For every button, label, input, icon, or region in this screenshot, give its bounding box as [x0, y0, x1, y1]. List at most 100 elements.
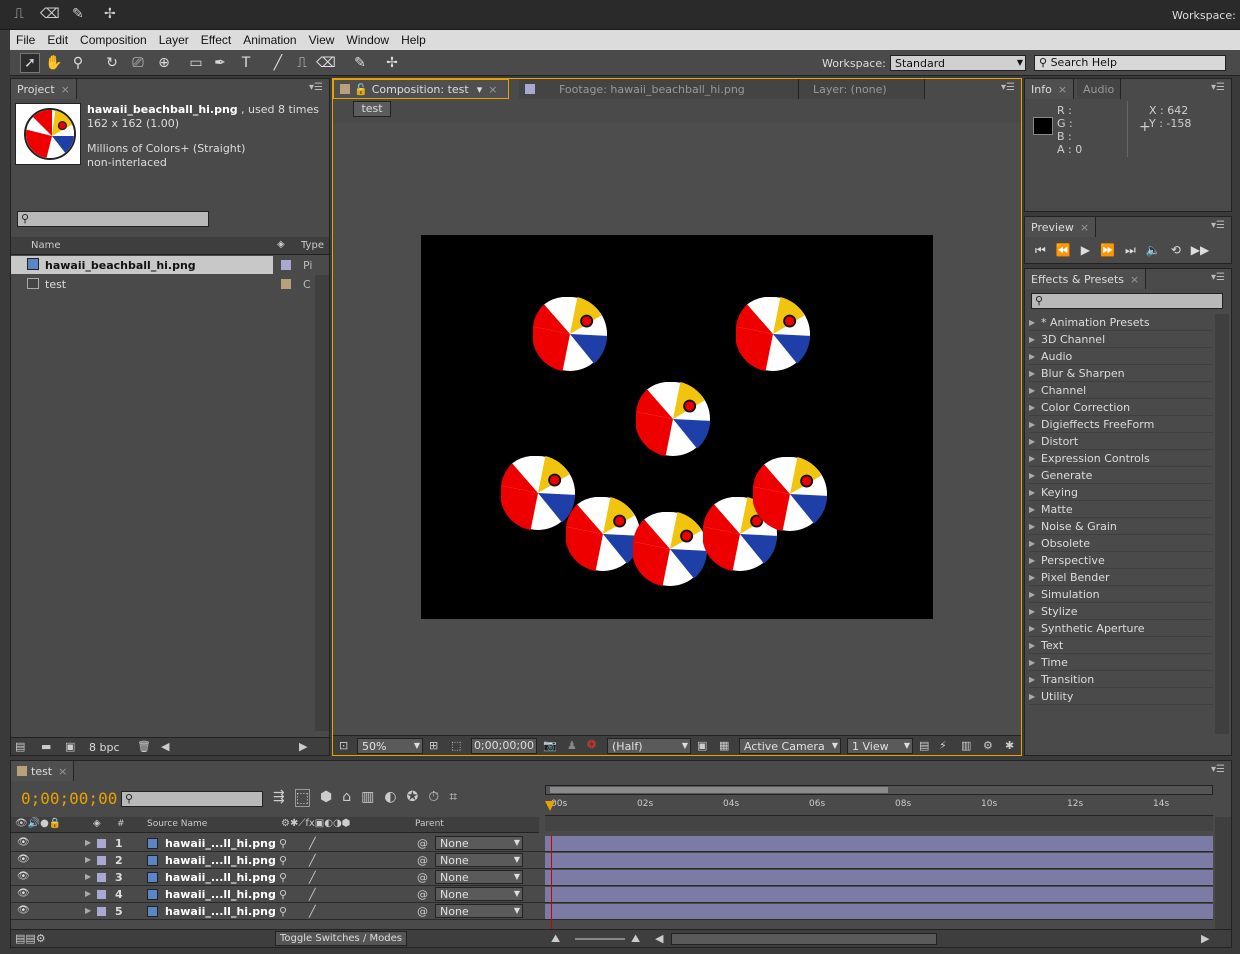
scroll-left-icon[interactable]: ◀: [655, 932, 663, 945]
col-name[interactable]: Name: [31, 240, 61, 251]
quality-switch-icon[interactable]: ╱: [309, 854, 316, 867]
close-icon[interactable]: ×: [1130, 273, 1139, 286]
brainstorm-icon[interactable]: ✪: [407, 789, 419, 807]
disclosure-triangle-icon[interactable]: ▶: [1029, 641, 1039, 650]
scroll-right-icon[interactable]: ▶: [299, 740, 307, 753]
disclosure-triangle-icon[interactable]: ▶: [1029, 352, 1039, 361]
effects-category[interactable]: ▶ Generate: [1029, 467, 1213, 484]
menu-composition[interactable]: Composition: [74, 33, 153, 47]
panel-menu-icon[interactable]: ▾☰: [1211, 272, 1225, 283]
eye-icon[interactable]: 👁: [17, 854, 30, 865]
mask-visibility-icon[interactable]: ⬚: [451, 739, 461, 752]
puppet-pin-tool-icon[interactable]: ✢: [382, 53, 402, 73]
current-time-field[interactable]: 0;00;00;00: [471, 738, 537, 754]
pin-icon[interactable]: ✢: [104, 6, 116, 22]
panel-menu-icon[interactable]: ▾☰: [1001, 82, 1015, 93]
lock-icon[interactable]: 🔓: [354, 83, 368, 96]
type-tool-icon[interactable]: T: [236, 53, 256, 73]
disclosure-triangle-icon[interactable]: ▶: [1029, 556, 1039, 565]
effects-category[interactable]: ▶ Keying: [1029, 484, 1213, 501]
live-update-icon[interactable]: ⬚: [294, 789, 310, 807]
camera-tool-icon[interactable]: ⎚: [128, 53, 148, 73]
view-layout-dropdown[interactable]: 1 View ▼: [847, 738, 913, 754]
pen-tool-icon[interactable]: ✒: [210, 53, 230, 73]
menu-edit[interactable]: Edit: [41, 33, 74, 47]
menu-view[interactable]: View: [303, 33, 341, 47]
effects-category[interactable]: ▶ Noise & Grain: [1029, 518, 1213, 535]
tab-effects-presets[interactable]: Effects & Presets ×: [1025, 269, 1147, 289]
comp-nav-button[interactable]: test: [353, 101, 391, 117]
graph-editor-icon[interactable]: ⌗: [449, 789, 457, 807]
effects-category[interactable]: ▶ Digieffects FreeForm: [1029, 416, 1213, 433]
effects-category[interactable]: ▶ Synthetic Aperture: [1029, 620, 1213, 637]
zoom-dropdown[interactable]: 50% ▼: [357, 738, 423, 754]
effects-category[interactable]: ▶ Matte: [1029, 501, 1213, 518]
tab-layer[interactable]: Layer: (none): [799, 79, 925, 99]
chevron-down-icon[interactable]: ▾: [477, 83, 483, 96]
disclosure-triangle-icon[interactable]: ▶: [1029, 675, 1039, 684]
pick-whip-icon[interactable]: @: [417, 854, 428, 867]
effects-category[interactable]: ▶ Utility: [1029, 688, 1213, 705]
work-area-range[interactable]: [550, 787, 888, 793]
project-item-footage[interactable]: hawaii_beachball_hi.png: [11, 256, 273, 274]
quality-switch-icon[interactable]: ╱: [309, 871, 316, 884]
effects-category[interactable]: ▶ Blur & Sharpen: [1029, 365, 1213, 382]
disclosure-triangle-icon[interactable]: ▶: [85, 889, 91, 898]
parent-dropdown[interactable]: None ▼: [435, 836, 523, 850]
project-item-comp[interactable]: test: [11, 275, 273, 293]
scroll-right-icon[interactable]: ▶: [1201, 932, 1209, 945]
region-of-interest-icon[interactable]: ▣: [697, 739, 707, 752]
pick-whip-icon[interactable]: @: [417, 837, 428, 850]
hand-tool-icon[interactable]: ✋: [44, 53, 64, 73]
toggle-switches-modes-button[interactable]: Toggle Switches / Modes: [275, 931, 407, 946]
col-parent[interactable]: Parent: [415, 819, 444, 829]
interpret-footage-icon[interactable]: ▤: [15, 740, 25, 753]
disclosure-triangle-icon[interactable]: ▶: [1029, 607, 1039, 616]
label-swatch[interactable]: [281, 260, 291, 270]
label-swatch[interactable]: [97, 873, 106, 882]
parent-dropdown[interactable]: None ▼: [435, 904, 523, 918]
layer-row[interactable]: 👁 ▶ 2 hawaii_...ll_hi.png ⚲ ╱ @ None ▼: [11, 852, 1213, 869]
timeline-scrollbar[interactable]: [1215, 817, 1231, 929]
layer-duration-bar[interactable]: [545, 836, 1213, 851]
hide-shy-icon[interactable]: ⌂: [342, 789, 351, 807]
shy-switch-icon[interactable]: ⚲: [279, 854, 287, 867]
current-time-indicator[interactable]: [545, 791, 555, 831]
rectangle-tool-icon[interactable]: ▭: [186, 53, 206, 73]
parent-dropdown[interactable]: None ▼: [435, 853, 523, 867]
col-source-name[interactable]: Source Name: [147, 819, 207, 829]
scroll-left-icon[interactable]: ◀: [161, 740, 169, 753]
quality-switch-icon[interactable]: ╱: [309, 837, 316, 850]
eye-icon[interactable]: 👁: [17, 905, 30, 916]
channels-icon[interactable]: ❂: [587, 738, 596, 751]
roto-brush-tool-icon[interactable]: ✎: [350, 53, 370, 73]
effects-search-input[interactable]: ⚲: [1031, 293, 1223, 309]
magnification-icon[interactable]: ⊡: [339, 739, 348, 752]
disclosure-triangle-icon[interactable]: ▶: [85, 855, 91, 864]
label-icon[interactable]: ◈: [93, 818, 101, 829]
selection-tool-icon[interactable]: ➚: [20, 53, 40, 73]
menu-animation[interactable]: Animation: [237, 33, 302, 47]
beachball-layer[interactable]: [752, 456, 831, 535]
project-search-input[interactable]: ⚲: [17, 211, 209, 227]
last-frame-icon[interactable]: ⏭: [1125, 243, 1136, 258]
close-icon[interactable]: ×: [61, 83, 70, 96]
disclosure-triangle-icon[interactable]: ▶: [1029, 403, 1039, 412]
zoom-slider[interactable]: [575, 938, 625, 940]
show-snapshot-icon[interactable]: ♟: [567, 739, 577, 752]
disclosure-triangle-icon[interactable]: ▶: [85, 906, 91, 915]
layer-row[interactable]: 👁 ▶ 4 hawaii_...ll_hi.png ⚲ ╱ @ None ▼: [11, 886, 1213, 903]
bpc-label[interactable]: 8 bpc: [89, 741, 120, 754]
loop-icon[interactable]: ⟲: [1171, 243, 1181, 258]
effects-category[interactable]: ▶ Color Correction: [1029, 399, 1213, 416]
effects-category[interactable]: ▶ Transition: [1029, 671, 1213, 688]
clone-stamp-tool-icon[interactable]: ⎍: [292, 53, 312, 73]
label-swatch[interactable]: [97, 907, 106, 916]
av-features-icon[interactable]: 👁🔊●🔒: [15, 818, 61, 829]
effects-category[interactable]: ▶ Perspective: [1029, 552, 1213, 569]
shy-switch-icon[interactable]: ⚲: [279, 888, 287, 901]
effects-category[interactable]: ▶ Text: [1029, 637, 1213, 654]
tab-info[interactable]: Info ×: [1025, 79, 1075, 99]
disclosure-triangle-icon[interactable]: ▶: [1029, 454, 1039, 463]
trash-icon[interactable]: 🗑: [137, 740, 151, 753]
